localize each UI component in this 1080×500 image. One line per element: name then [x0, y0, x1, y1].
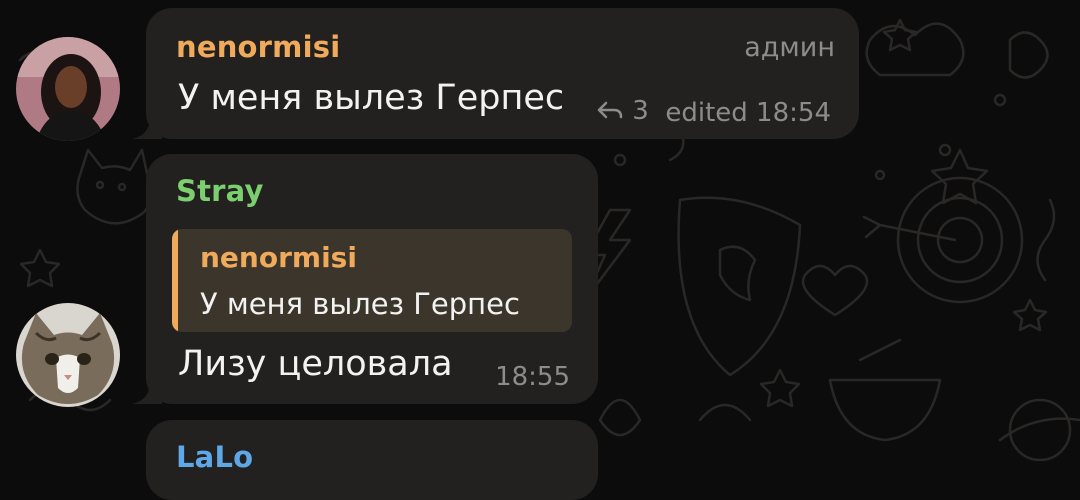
sender-name[interactable]: LaLo: [176, 440, 253, 474]
reply-quote[interactable]: nenormisi У меня вылез Герпес: [172, 229, 572, 332]
reply-sender-name: nenormisi: [200, 241, 357, 274]
replies-indicator[interactable]: 3: [596, 96, 649, 126]
edited-timestamp: edited 18:54: [665, 98, 831, 128]
message-bubble[interactable]: LaLo: [146, 420, 598, 500]
reply-text: У меня вылез Герпес: [200, 287, 520, 321]
message-text: У меня вылез Герпес: [178, 78, 565, 118]
avatar-stray[interactable]: [16, 303, 120, 407]
replies-count: 3: [632, 96, 649, 126]
bubble-tail: [132, 382, 162, 404]
message-bubble[interactable]: Stray nenormisi У меня вылез Герпес Лизу…: [132, 154, 598, 404]
message-text: Лизу целовала: [178, 344, 453, 384]
admin-badge: админ: [744, 32, 835, 63]
reply-arrow-icon: [597, 101, 623, 119]
bubble-tail: [132, 117, 162, 139]
message-bubble[interactable]: nenormisi админ У меня вылез Герпес 3 ed…: [132, 8, 859, 139]
message-timestamp: 18:55: [495, 362, 570, 392]
avatar-nenormisi[interactable]: [16, 37, 120, 141]
sender-name[interactable]: nenormisi: [176, 30, 340, 64]
sender-name[interactable]: Stray: [176, 174, 264, 208]
reply-accent-bar: [172, 229, 178, 332]
